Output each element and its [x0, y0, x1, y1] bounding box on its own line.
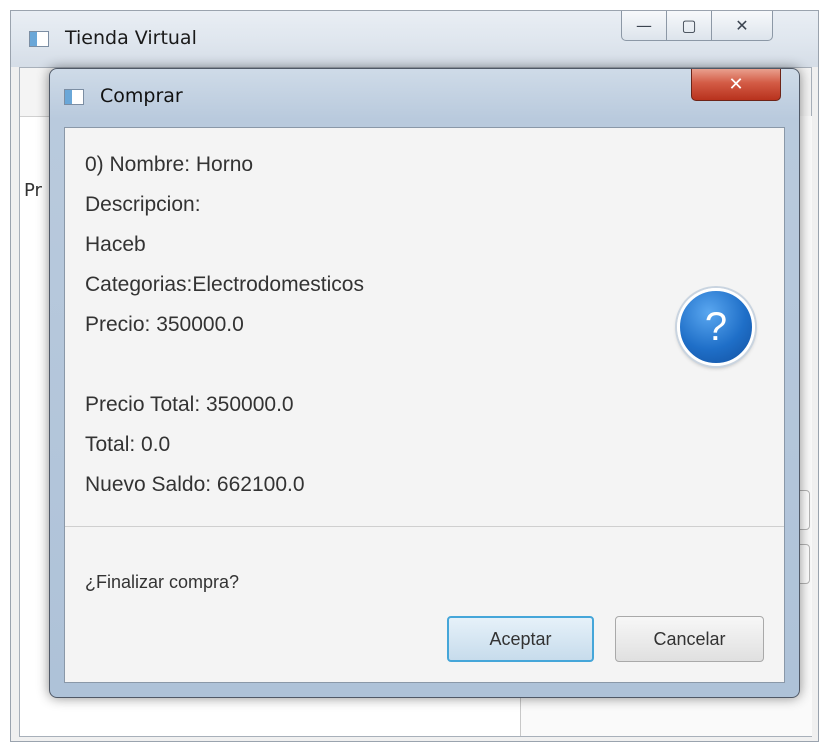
dialog-window-icon [64, 89, 84, 105]
confirm-question: ¿Finalizar compra? [85, 572, 240, 592]
close-button[interactable]: ✕ [711, 11, 773, 41]
dialog-titlebar[interactable]: Comprar ✕ [50, 69, 799, 125]
minimize-button[interactable]: — [621, 11, 667, 41]
dialog-close-button[interactable]: ✕ [691, 69, 781, 101]
info-line-total-price: Precio Total: 350000.0 [85, 393, 294, 416]
info-line-categories: Categorias:Electrodomesticos [85, 273, 364, 296]
info-line-description-label: Descripcion: [85, 193, 201, 216]
window-controls: — ▢ ✕ [621, 11, 773, 43]
dialog-title: Comprar [100, 85, 183, 107]
info-line-name: 0) Nombre: Horno [85, 153, 254, 176]
dialog-footer: ¿Finalizar compra? Aceptar Cancelar [65, 527, 784, 682]
info-line-new-balance: Nuevo Saldo: 662100.0 [85, 473, 305, 496]
app-window-icon [29, 31, 49, 47]
purchase-dialog: Comprar ✕ 0) Nombre: Horno Descripcion: … [49, 68, 800, 698]
cancel-button[interactable]: Cancelar [615, 616, 764, 662]
bg-label: Pr [24, 180, 42, 201]
info-line-price: Precio: 350000.0 [85, 313, 244, 336]
question-icon: ? [677, 288, 755, 366]
maximize-button[interactable]: ▢ [666, 11, 712, 41]
dialog-body: 0) Nombre: Horno Descripcion: Haceb Cate… [64, 127, 785, 683]
info-line-description: Haceb [85, 233, 146, 256]
accept-button[interactable]: Aceptar [447, 616, 594, 662]
main-window-title: Tienda Virtual [65, 27, 197, 49]
dialog-header: 0) Nombre: Horno Descripcion: Haceb Cate… [65, 128, 784, 527]
info-line-total: Total: 0.0 [85, 433, 171, 456]
